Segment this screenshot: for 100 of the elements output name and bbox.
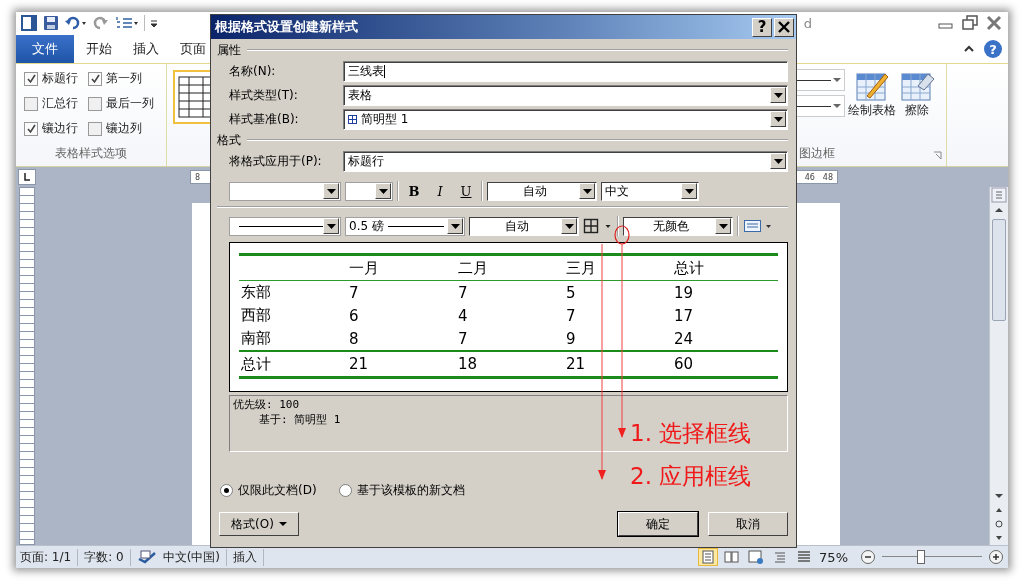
font-size-dropdown[interactable] — [345, 181, 393, 201]
checkbox[interactable] — [24, 121, 38, 136]
help-button[interactable]: ? — [752, 17, 772, 37]
vertical-ruler[interactable] — [19, 187, 35, 545]
table-cell-text: 8 — [349, 329, 360, 348]
checkbox[interactable] — [88, 71, 102, 86]
dropdown-button[interactable] — [770, 111, 786, 127]
table-cell-text: 17 — [674, 306, 695, 325]
checkbox[interactable] — [24, 96, 38, 111]
help-button[interactable]: ? — [984, 40, 1002, 58]
annotation-text: 1. 选择框线 — [630, 419, 752, 448]
restore-icon[interactable] — [960, 14, 980, 32]
table-cell-text: 南部 — [241, 329, 272, 348]
print-layout-icon[interactable] — [699, 549, 718, 565]
checkbox-label: 第一列 — [106, 70, 142, 87]
checkbox[interactable] — [88, 96, 102, 111]
reading-layout-icon[interactable] — [723, 549, 742, 565]
ribbon-tab[interactable]: 开始 — [77, 35, 121, 63]
ruler-number: 46 — [804, 172, 815, 182]
page-count[interactable]: 页面: 1/1 — [20, 548, 79, 566]
dropdown-button[interactable] — [375, 183, 391, 199]
dropdown-button[interactable] — [681, 183, 697, 199]
close-button[interactable] — [774, 17, 794, 37]
caret-icon — [833, 103, 841, 109]
dropdown-button[interactable] — [561, 218, 577, 234]
caret-icon — [773, 92, 783, 98]
dropdown-button[interactable] — [770, 87, 786, 103]
proofing-icon[interactable] — [136, 549, 157, 565]
annotation-text: 2. 应用框线 — [630, 462, 752, 491]
table-cell-text: 19 — [674, 283, 695, 302]
cancel-button[interactable]: 取消 — [708, 512, 788, 536]
web-layout-icon[interactable] — [747, 549, 766, 565]
word-app-icon[interactable] — [20, 14, 38, 32]
table-header-cell-text: 总计 — [674, 258, 705, 278]
border-style-dropdown[interactable] — [229, 216, 341, 236]
table-header-cell-text: 一月 — [349, 258, 380, 278]
dialog-launcher-icon[interactable] — [933, 151, 942, 160]
table-cell-text: 5 — [566, 283, 577, 302]
dropdown-button[interactable] — [715, 218, 731, 234]
vertical-scrollbar[interactable] — [989, 187, 1008, 545]
caret-icon — [773, 116, 783, 122]
eraser-button[interactable]: 擦除 — [899, 64, 935, 123]
field-label: 样式基准(B): — [229, 110, 300, 128]
word-count[interactable]: 字数: 0 — [84, 548, 131, 566]
table-cell-text: 6 — [349, 306, 360, 325]
ruler-number: 8 — [195, 172, 201, 182]
group-label: 表格样式选项 — [55, 145, 127, 162]
ribbon-tab[interactable]: 页面 — [171, 35, 215, 63]
name-input[interactable]: 三线表 — [343, 60, 788, 82]
format-menu-button[interactable]: 格式(O) — [219, 512, 299, 536]
dropdown-button[interactable] — [323, 218, 339, 234]
table-icon — [348, 114, 357, 124]
ruler-number: 48 — [822, 172, 833, 182]
dropdown-button[interactable] — [579, 183, 595, 199]
ribbon-tab[interactable]: 文件 — [16, 35, 74, 63]
tab-stop-icon[interactable] — [18, 169, 36, 185]
italic-button[interactable]: I — [429, 181, 451, 201]
zoom-level[interactable]: 75% — [819, 549, 854, 565]
radio-label[interactable]: 仅限此文档(D) — [238, 482, 317, 499]
dropdown-button[interactable] — [323, 183, 339, 199]
checkbox-label: 镶边行 — [42, 120, 78, 137]
font-dropdown[interactable] — [229, 181, 341, 201]
dialog-title: 根据格式设置创建新样式 — [215, 18, 358, 36]
field-label: 将格式应用于(P): — [229, 152, 323, 170]
slider-thumb[interactable] — [917, 550, 925, 564]
redo-icon[interactable] — [92, 14, 110, 32]
table-properties-icon[interactable] — [743, 218, 773, 234]
undo-icon[interactable] — [64, 14, 88, 32]
border-grid-icon[interactable] — [583, 218, 599, 234]
caret-icon — [833, 77, 841, 83]
table-cell-text: 7 — [458, 329, 469, 348]
table-cell-text: 7 — [349, 283, 360, 302]
caret-icon — [773, 158, 783, 164]
zoom-in-icon[interactable] — [988, 549, 1004, 565]
table-cell-text: 7 — [566, 306, 577, 325]
caret-icon — [718, 223, 728, 229]
caret-icon — [278, 521, 287, 527]
table-header-cell-text: 三月 — [566, 258, 597, 278]
ok-button[interactable]: 确定 — [618, 512, 698, 536]
table-cell-text: 东部 — [241, 283, 272, 302]
dropdown-button[interactable] — [447, 218, 463, 234]
bold-button[interactable]: B — [403, 181, 425, 201]
draw-table-button[interactable]: 绘制表格 — [847, 64, 897, 123]
checkbox[interactable] — [24, 71, 38, 86]
scroll-thumb[interactable] — [992, 219, 1006, 321]
caret-icon — [326, 223, 336, 229]
checkbox[interactable] — [88, 121, 102, 136]
underline-button[interactable]: U — [455, 181, 477, 201]
group-label: 图边框 — [799, 145, 835, 162]
dropdown-button[interactable] — [770, 153, 786, 169]
table-header-cell-text: 二月 — [458, 258, 489, 278]
field-label: 名称(N): — [229, 62, 277, 80]
radio-label[interactable]: 基于该模板的新文档 — [356, 482, 465, 499]
zoom-out-icon[interactable] — [860, 549, 876, 565]
ribbon-tab[interactable]: 插入 — [124, 35, 168, 63]
radio-button[interactable] — [220, 484, 233, 497]
radio-button[interactable] — [338, 484, 352, 497]
window-title: d — [803, 15, 812, 31]
save-icon[interactable] — [42, 14, 60, 32]
close-icon[interactable] — [984, 14, 1004, 32]
